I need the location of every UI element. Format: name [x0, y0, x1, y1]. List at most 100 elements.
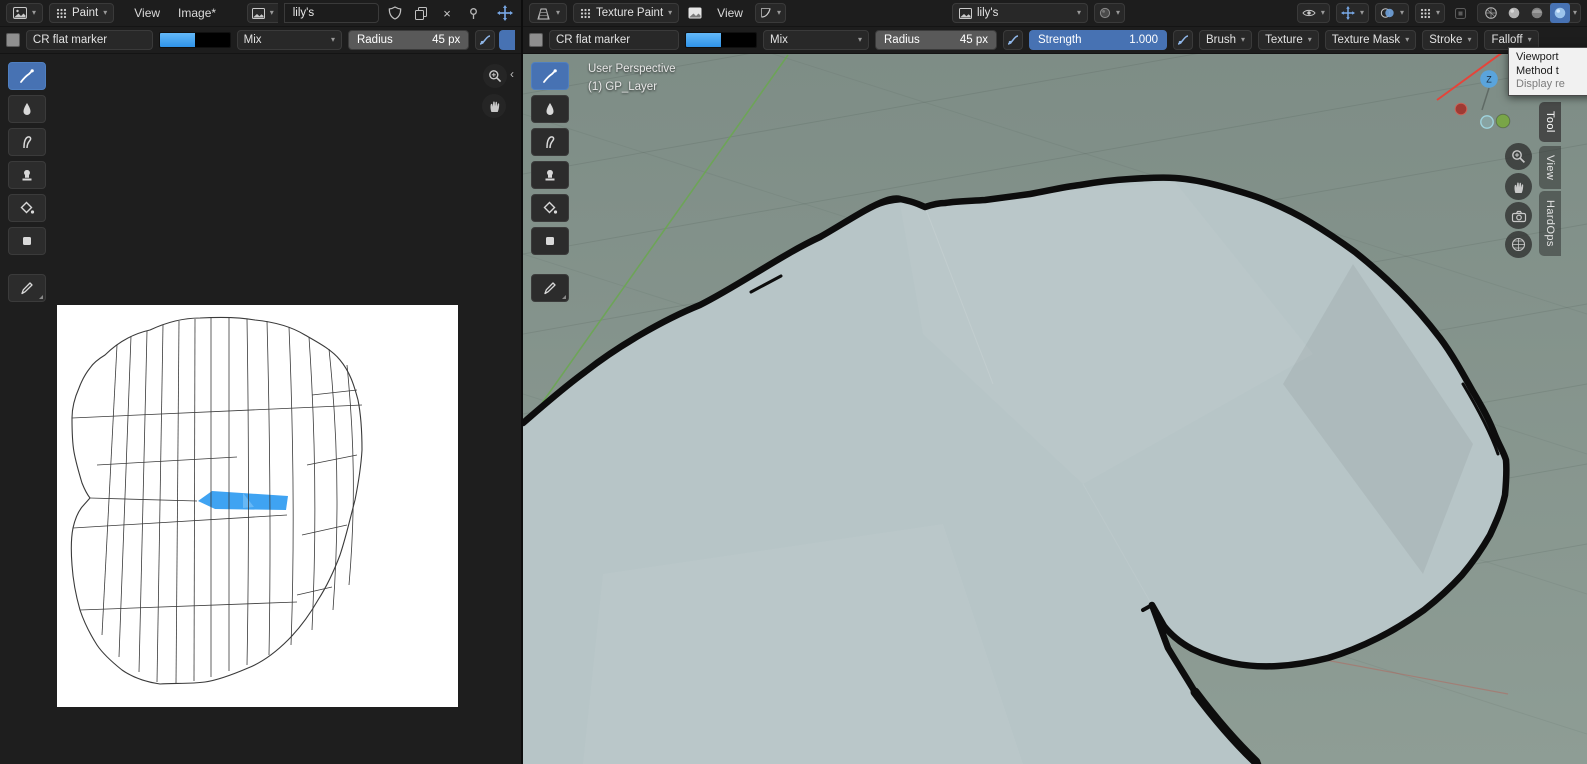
caret-icon: ▾: [1573, 9, 1577, 17]
gizmo-x-ball[interactable]: [1455, 103, 1467, 115]
solid-shading-button[interactable]: [1504, 3, 1524, 23]
brush-popover[interactable]: Brush ▾: [1199, 30, 1252, 50]
ortho-grid-icon[interactable]: [1505, 231, 1532, 258]
xray-toggle[interactable]: [1451, 3, 1471, 23]
fake-user-button[interactable]: [385, 3, 405, 23]
texture-pattern-dropdown[interactable]: ▾: [1415, 3, 1445, 23]
gizmo-axis-stem: [1482, 88, 1489, 110]
tool-soften[interactable]: [531, 95, 569, 123]
sphere-falloff-dropdown[interactable]: ▾: [1094, 3, 1125, 23]
brush-name-button[interactable]: CR flat marker: [549, 30, 679, 50]
overlays-toggle-dropdown[interactable]: ▾: [1375, 3, 1409, 23]
material-shading-button[interactable]: [1527, 3, 1547, 23]
stroke-popover[interactable]: Stroke ▾: [1422, 30, 1478, 50]
tool-mask[interactable]: [8, 227, 46, 255]
object-visibility-dropdown[interactable]: ▾: [1297, 3, 1330, 23]
unlink-button[interactable]: ×: [437, 3, 457, 23]
gizmo-y-neg-ball[interactable]: [1496, 114, 1510, 128]
rendered-shading-button[interactable]: [1550, 3, 1570, 23]
zoom-icon[interactable]: [483, 64, 507, 88]
image-browse-button[interactable]: ▾: [247, 3, 278, 23]
caret-icon: ▾: [270, 9, 274, 17]
image-canvas[interactable]: [57, 305, 458, 707]
editor-type-button[interactable]: ▾: [529, 3, 567, 23]
texture-popover[interactable]: Texture ▾: [1258, 30, 1319, 50]
tool-clone[interactable]: [8, 161, 46, 189]
paint-image-dropdown[interactable]: lily's ▾: [952, 3, 1088, 23]
viewport-region[interactable]: User Perspective (1) GP_Layer Z: [523, 54, 1587, 764]
pencil-icon: [19, 280, 35, 296]
sidebar-collapse-chevron[interactable]: ‹: [510, 67, 514, 81]
tool-annotate[interactable]: [531, 274, 569, 302]
new-image-button[interactable]: [411, 3, 431, 23]
brush-name-button[interactable]: CR flat marker: [26, 30, 153, 50]
paint-mode-dropdown[interactable]: Paint ▾: [49, 3, 114, 23]
strength-slider[interactable]: Strength 1.000: [1029, 30, 1167, 50]
stamp-icon: [19, 167, 35, 183]
tool-soften[interactable]: [8, 95, 46, 123]
blend-mode-dropdown[interactable]: Mix ▾: [237, 30, 342, 50]
tool-draw[interactable]: [8, 62, 46, 90]
caret-icon: ▾: [777, 9, 781, 17]
image-editor-region[interactable]: ‹: [0, 54, 521, 764]
menu-view[interactable]: View: [128, 4, 166, 22]
image-editor-icon: [13, 7, 27, 19]
image-editor-tool-settings: CR flat marker Mix ▾ Radius 45 px: [0, 27, 521, 54]
camera-view-icon[interactable]: [1505, 202, 1532, 229]
tool-fill[interactable]: [8, 194, 46, 222]
tool-clone[interactable]: [531, 161, 569, 189]
sidebar-tab-tool[interactable]: Tool: [1539, 102, 1561, 142]
primary-color-swatch[interactable]: [160, 33, 195, 47]
pan-hand-icon[interactable]: [1505, 173, 1532, 200]
image-name-field[interactable]: lily's: [284, 3, 379, 23]
radius-pressure-toggle[interactable]: [1003, 30, 1023, 50]
tool-smear[interactable]: [531, 128, 569, 156]
pan-hand-icon[interactable]: [482, 94, 506, 118]
sidebar-tab-view[interactable]: View: [1539, 146, 1561, 189]
caret-icon: ▾: [103, 9, 107, 17]
gizmos-arrows-icon[interactable]: [495, 3, 515, 23]
blend-mode-dropdown[interactable]: Mix ▾: [763, 30, 869, 50]
radius-slider[interactable]: Radius 45 px: [348, 30, 469, 50]
tool-mask[interactable]: [531, 227, 569, 255]
strength-slider-clipped[interactable]: [499, 30, 515, 50]
mask-icon: [19, 233, 35, 249]
mode-dropdown[interactable]: Texture Paint ▾: [573, 3, 679, 23]
pin-button[interactable]: [463, 3, 483, 23]
visibility-eye-icon: [1302, 8, 1316, 18]
falloff-shape-dropdown[interactable]: ▾: [755, 3, 786, 23]
gizmo-y-ball[interactable]: [1481, 116, 1493, 128]
brush-datablock-swatch[interactable]: [529, 33, 543, 47]
secondary-color-swatch[interactable]: [721, 33, 756, 47]
tool-smear[interactable]: [8, 128, 46, 156]
radius-slider[interactable]: Radius 45 px: [875, 30, 997, 50]
wireframe-shading-button[interactable]: [1481, 3, 1501, 23]
radius-label: Radius: [357, 34, 393, 46]
image-icon: [252, 8, 265, 19]
chevron-left-icon: ‹: [510, 67, 514, 81]
mode-label: Texture Paint: [596, 7, 663, 19]
caret-icon: ▾: [1308, 36, 1312, 44]
brush-icon: [19, 68, 35, 84]
texture-slot-icon-button[interactable]: [685, 3, 705, 23]
strength-pressure-toggle[interactable]: [1173, 30, 1193, 50]
radius-pressure-toggle[interactable]: [475, 30, 495, 50]
zoom-icon[interactable]: [1505, 143, 1532, 170]
sidebar-tab-hardops[interactable]: HardOps: [1539, 191, 1561, 256]
brush-color-swatches[interactable]: [159, 32, 231, 48]
viewport-canvas[interactable]: [523, 54, 1587, 764]
tool-fill[interactable]: [531, 194, 569, 222]
menu-image[interactable]: Image*: [172, 4, 222, 22]
brush-datablock-swatch[interactable]: [6, 33, 20, 47]
menu-view[interactable]: View: [711, 4, 749, 22]
texture-mask-popover[interactable]: Texture Mask ▾: [1325, 30, 1416, 50]
secondary-color-swatch[interactable]: [195, 33, 230, 47]
primary-color-swatch[interactable]: [686, 33, 721, 47]
tool-draw[interactable]: [531, 62, 569, 90]
caret-icon: ▾: [858, 36, 862, 44]
editor-type-button[interactable]: ▾: [6, 3, 43, 23]
gizmos-toggle-dropdown[interactable]: ▾: [1336, 3, 1369, 23]
tool-annotate[interactable]: [8, 274, 46, 302]
brush-color-swatches[interactable]: [685, 32, 757, 48]
brush-popover-label: Brush: [1206, 34, 1236, 46]
